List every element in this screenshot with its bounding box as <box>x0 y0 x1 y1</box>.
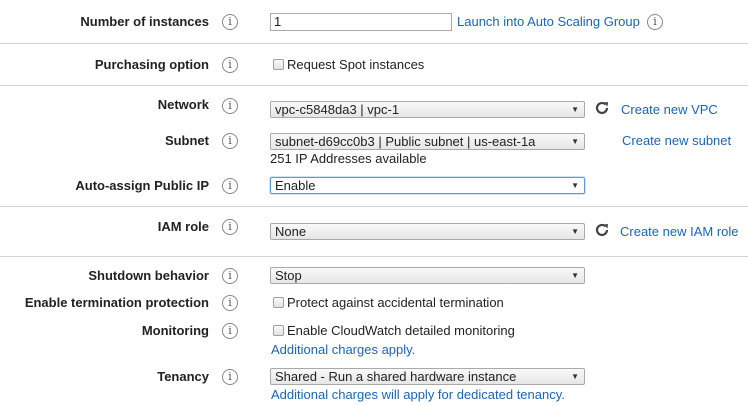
public-ip-select-value: Enable <box>275 178 316 193</box>
spot-checkbox[interactable] <box>273 59 284 70</box>
create-iam-role-link[interactable]: Create new IAM role <box>620 224 739 239</box>
termination-checkbox[interactable] <box>273 297 284 308</box>
network-select[interactable]: vpc-c5848da3 | vpc-1 ▼ <box>270 101 585 118</box>
iam-select[interactable]: None ▼ <box>270 223 585 240</box>
tenancy-select-value: Shared - Run a shared hardware instance <box>275 369 517 384</box>
shutdown-select-value: Stop <box>275 268 302 283</box>
purchasing-label: Purchasing option <box>94 57 209 72</box>
additional-charges-link[interactable]: Additional charges apply. <box>271 342 415 357</box>
section-divider <box>0 43 748 44</box>
refresh-icon[interactable] <box>594 100 610 116</box>
public-ip-select[interactable]: Enable ▼ <box>270 177 585 194</box>
info-icon[interactable]: i <box>222 57 238 73</box>
iam-select-value: None <box>275 224 307 239</box>
subnet-select-value: subnet-d69cc0b3 | Public subnet | us-eas… <box>275 134 536 149</box>
info-icon[interactable]: i <box>222 369 238 385</box>
termination-checkbox-label: Protect against accidental termination <box>287 295 504 310</box>
iam-label: IAM role <box>157 219 209 234</box>
info-icon[interactable]: i <box>222 268 238 284</box>
network-select-value: vpc-c5848da3 | vpc-1 <box>275 102 400 117</box>
info-icon[interactable]: i <box>222 133 238 149</box>
tenancy-select[interactable]: Shared - Run a shared hardware instance … <box>270 368 585 385</box>
section-divider <box>0 206 748 207</box>
create-subnet-link[interactable]: Create new subnet <box>622 133 731 148</box>
ip-available-text: 251 IP Addresses available <box>270 151 427 166</box>
chevron-down-icon: ▼ <box>571 372 579 381</box>
instances-label: Number of instances <box>80 14 209 29</box>
network-label: Network <box>157 97 209 112</box>
monitoring-checkbox-label: Enable CloudWatch detailed monitoring <box>287 323 515 338</box>
chevron-down-icon: ▼ <box>571 227 579 236</box>
shutdown-select[interactable]: Stop ▼ <box>270 267 585 284</box>
tenancy-label: Tenancy <box>157 369 209 384</box>
info-icon[interactable]: i <box>647 14 663 30</box>
subnet-select[interactable]: subnet-d69cc0b3 | Public subnet | us-eas… <box>270 133 585 150</box>
chevron-down-icon: ▼ <box>571 137 579 146</box>
subnet-label: Subnet <box>164 133 209 148</box>
section-divider <box>0 85 748 86</box>
chevron-down-icon: ▼ <box>571 105 579 114</box>
shutdown-label: Shutdown behavior <box>88 268 209 283</box>
spot-checkbox-label: Request Spot instances <box>287 57 425 72</box>
dedicated-tenancy-link[interactable]: Additional charges will apply for dedica… <box>271 387 565 402</box>
section-divider <box>0 256 748 257</box>
info-icon[interactable]: i <box>222 14 238 30</box>
info-icon[interactable]: i <box>222 178 238 194</box>
info-icon[interactable]: i <box>222 323 238 339</box>
info-icon[interactable]: i <box>222 219 238 235</box>
monitoring-checkbox[interactable] <box>273 325 284 336</box>
public-ip-label: Auto-assign Public IP <box>75 178 209 193</box>
auto-scaling-link[interactable]: Launch into Auto Scaling Group <box>457 14 640 29</box>
monitoring-label: Monitoring <box>141 323 209 338</box>
chevron-down-icon: ▼ <box>571 181 579 190</box>
termination-label: Enable termination protection <box>24 295 209 310</box>
info-icon[interactable]: i <box>222 98 238 114</box>
instances-input[interactable]: 1 <box>270 13 452 31</box>
chevron-down-icon: ▼ <box>571 271 579 280</box>
info-icon[interactable]: i <box>222 295 238 311</box>
create-vpc-link[interactable]: Create new VPC <box>621 102 718 117</box>
refresh-icon[interactable] <box>594 222 610 238</box>
